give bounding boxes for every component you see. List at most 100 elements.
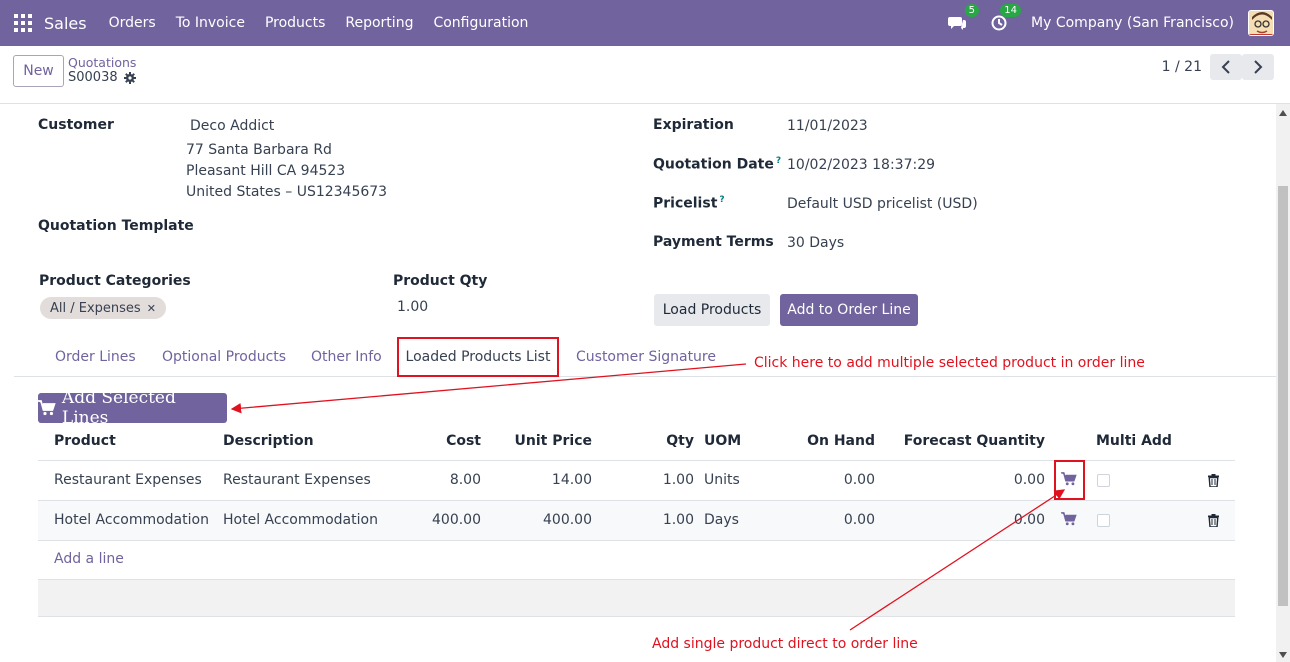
product-categories-label: Product Categories (39, 273, 191, 289)
apps-menu-icon[interactable] (14, 14, 32, 32)
breadcrumb-quotations[interactable]: Quotations (68, 55, 136, 70)
payment-terms-field[interactable]: 30 Days (787, 235, 844, 251)
expiration-label: Expiration (653, 117, 734, 133)
row-cost: 8.00 (449, 472, 481, 488)
chat-icon (948, 17, 967, 30)
multi-add-checkbox[interactable] (1097, 474, 1110, 487)
row-on-hand: 0.00 (843, 472, 875, 488)
col-header-product[interactable]: Product (54, 433, 116, 449)
customer-address-line2: Pleasant Hill CA 94523 (186, 163, 346, 179)
messages-button[interactable]: 5 (947, 4, 980, 33)
pager-previous-button[interactable] (1210, 54, 1242, 80)
col-header-unit-price[interactable]: Unit Price (500, 433, 592, 449)
menu-products[interactable]: Products (265, 15, 325, 31)
col-header-uom[interactable]: UOM (704, 433, 741, 449)
tab-optional-products[interactable]: Optional Products (162, 349, 286, 365)
quotation-template-label: Quotation Template (38, 218, 194, 234)
messages-badge: 5 (964, 4, 980, 17)
customer-name[interactable]: Deco Addict (190, 118, 274, 134)
scroll-up-arrow[interactable] (1279, 110, 1287, 116)
customer-address-line1: 77 Santa Barbara Rd (186, 142, 332, 158)
quotation-date-field[interactable]: 10/02/2023 18:37:29 (787, 157, 935, 173)
top-navbar: Sales Orders To Invoice Products Reporti… (0, 0, 1290, 46)
expiration-field[interactable]: 11/01/2023 (787, 118, 868, 134)
shopping-cart-icon (38, 400, 56, 416)
row-description: Restaurant Expenses (223, 472, 371, 488)
scrollbar-thumb[interactable] (1278, 186, 1288, 606)
user-avatar[interactable] (1248, 10, 1274, 36)
clock-icon (991, 15, 1007, 31)
row-description: Hotel Accommodation (223, 512, 378, 528)
quotation-date-label: Quotation Date? (653, 156, 782, 173)
chevron-left-icon (1221, 60, 1230, 74)
shopping-cart-icon[interactable] (1061, 512, 1077, 526)
table-footer (38, 579, 1235, 617)
col-header-forecast-quantity[interactable]: Forecast Quantity (900, 433, 1045, 449)
tab-order-lines[interactable]: Order Lines (55, 349, 136, 365)
tab-loaded-products-list[interactable]: Loaded Products List (397, 337, 559, 377)
multi-add-checkbox[interactable] (1097, 514, 1110, 527)
category-tag-label: All / Expenses (50, 300, 141, 316)
menu-reporting[interactable]: Reporting (345, 15, 413, 31)
row-unit-price: 14.00 (551, 472, 592, 488)
company-switcher[interactable]: My Company (San Francisco) (1031, 15, 1234, 31)
row-unit-price: 400.00 (543, 512, 592, 528)
load-products-button[interactable]: Load Products (654, 294, 770, 326)
page-scrollbar[interactable] (1276, 104, 1290, 662)
col-header-description[interactable]: Description (223, 433, 314, 449)
breadcrumb-current: S00038 (68, 70, 136, 85)
add-a-line-link[interactable]: Add a line (54, 551, 124, 567)
trash-icon[interactable] (1208, 514, 1219, 527)
row-qty: 1.00 (662, 472, 694, 488)
scroll-down-arrow[interactable] (1279, 652, 1287, 658)
row-product: Restaurant Expenses (54, 472, 202, 488)
tabs-divider (14, 376, 1276, 377)
product-qty-field[interactable]: 1.00 (397, 299, 428, 315)
pricelist-label: Pricelist? (653, 195, 725, 212)
table-row[interactable] (38, 501, 1235, 541)
multi-add-annotation: Click here to add multiple selected prod… (754, 355, 1145, 371)
row-forecast: 0.00 (1013, 512, 1045, 528)
tab-customer-signature[interactable]: Customer Signature (576, 349, 716, 365)
pager-next-button[interactable] (1242, 54, 1274, 80)
control-panel: New Quotations S00038 1 / 21 (0, 46, 1290, 104)
row-product: Hotel Accommodation (54, 512, 209, 528)
customer-address-line3: United States – US12345673 (186, 184, 388, 200)
pager-value[interactable]: 1 / 21 (1162, 59, 1202, 75)
remove-tag-icon[interactable]: ✕ (147, 302, 156, 315)
product-qty-label: Product Qty (393, 273, 488, 289)
menu-orders[interactable]: Orders (109, 15, 156, 31)
gear-icon[interactable] (123, 71, 136, 84)
new-button[interactable]: New (13, 55, 64, 87)
col-header-multi-add[interactable]: Multi Add (1096, 433, 1172, 449)
activities-button[interactable]: 14 (989, 4, 1022, 33)
row-divider (38, 540, 1235, 541)
single-add-annotation: Add single product direct to order line (652, 636, 918, 652)
customer-label: Customer (38, 117, 114, 133)
add-selected-lines-button[interactable]: Add Selected Lines (38, 388, 227, 428)
record-name: S00038 (68, 70, 118, 85)
row-cost: 400.00 (432, 512, 481, 528)
app-brand[interactable]: Sales (44, 14, 87, 33)
row-qty: 1.00 (662, 512, 694, 528)
payment-terms-label: Payment Terms (653, 234, 774, 250)
col-header-qty[interactable]: Qty (640, 433, 694, 449)
help-icon[interactable]: ? (776, 156, 781, 166)
help-icon[interactable]: ? (719, 195, 724, 205)
trash-icon[interactable] (1208, 474, 1219, 487)
activities-badge: 14 (1000, 4, 1022, 17)
menu-to-invoice[interactable]: To Invoice (176, 15, 245, 31)
row-on-hand: 0.00 (843, 512, 875, 528)
col-header-cost[interactable]: Cost (420, 433, 481, 449)
add-to-order-line-button[interactable]: Add to Order Line (780, 294, 918, 326)
col-header-on-hand[interactable]: On Hand (780, 433, 875, 449)
pricelist-field[interactable]: Default USD pricelist (USD) (787, 196, 978, 212)
category-tag: All / Expenses ✕ (40, 297, 166, 319)
tab-other-info[interactable]: Other Info (311, 349, 382, 365)
add-selected-lines-label: Add Selected Lines (61, 388, 176, 428)
menu-configuration[interactable]: Configuration (433, 15, 528, 31)
row-uom: Units (704, 472, 740, 488)
chevron-right-icon (1254, 60, 1263, 74)
cart-highlight-box (1054, 460, 1085, 500)
row-uom: Days (704, 512, 739, 528)
